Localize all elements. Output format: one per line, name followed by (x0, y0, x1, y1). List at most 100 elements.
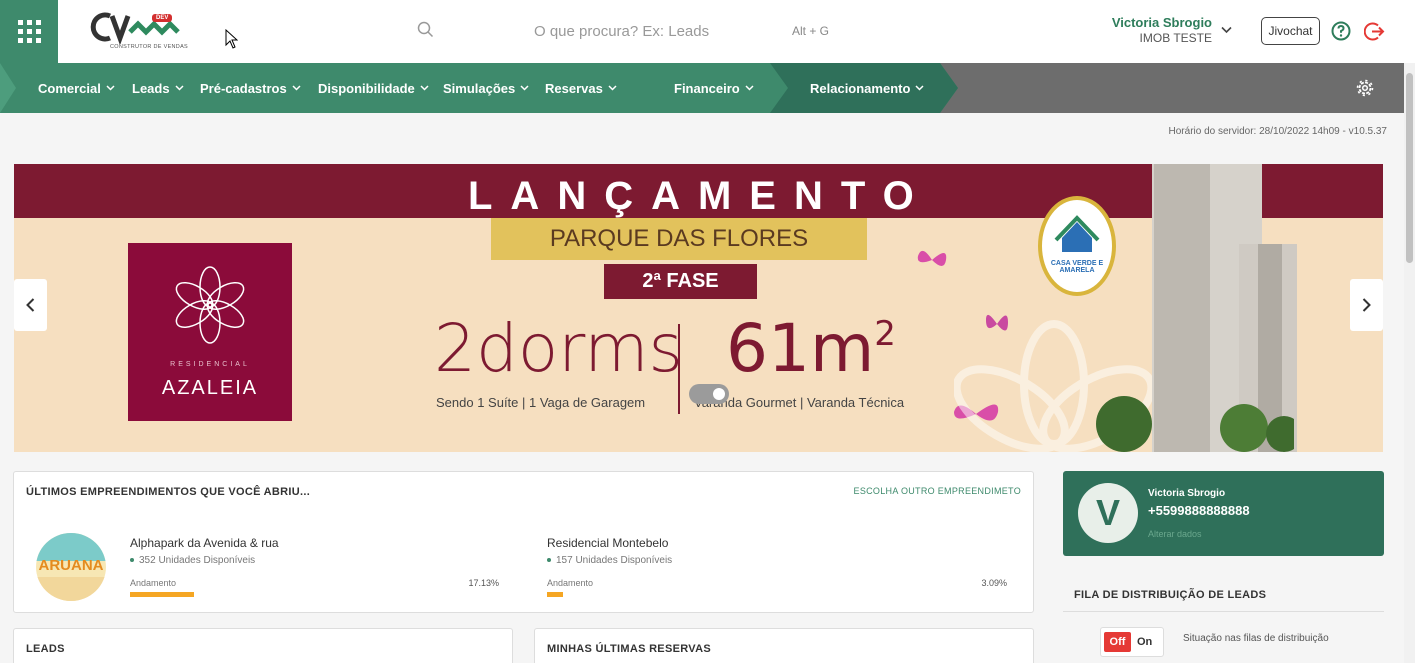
nav-disponibilidade[interactable]: Disponibilidade (318, 63, 429, 113)
empreendimento-units: 352 Unidades Disponíveis (130, 555, 279, 566)
chevron-down-icon (520, 85, 529, 91)
top-header: DEV CONSTRUTOR DE VENDAS Alt + G Victori… (0, 0, 1415, 63)
empreendimento-item[interactable]: Alphapark da Avenida & rua 352 Unidades … (130, 536, 279, 566)
chevron-down-icon[interactable] (1221, 26, 1232, 34)
queue-status-text: Situação nas filas de distribuição (1183, 633, 1329, 644)
empreendimento-item[interactable]: Residencial Montebelo 157 Unidades Dispo… (547, 536, 672, 566)
nav-label: Simulações (443, 80, 516, 96)
banner-dorms-sub: Sendo 1 Suíte | 1 Vaga de Garagem (436, 395, 646, 410)
banner-dorms: 2dorms (434, 310, 683, 387)
progress-label: Andamento (547, 578, 594, 588)
lead-queue-title: FILA DE DISTRIBUIÇÃO DE LEADS (1074, 589, 1267, 601)
search-input[interactable] (534, 20, 774, 42)
chevron-down-icon (292, 85, 301, 91)
empreendimento-units: 157 Unidades Disponíveis (547, 555, 672, 566)
units-text: 352 Unidades Disponíveis (139, 555, 256, 566)
toggle-off-option[interactable]: Off (1104, 632, 1131, 652)
nav-label: Relacionamento (810, 80, 911, 96)
scrollbar-thumb[interactable] (1406, 73, 1413, 263)
nav-label: Leads (132, 80, 170, 96)
nav-pre-cadastros[interactable]: Pré-cadastros (200, 63, 301, 113)
nav-label: Comercial (38, 80, 101, 96)
nav-label: Financeiro (674, 80, 740, 96)
banner-toggle[interactable] (689, 384, 729, 404)
profile-name: Victoria Sbrogio (1148, 488, 1226, 499)
apps-grid-icon[interactable] (0, 0, 58, 63)
avatar: V (1078, 483, 1138, 543)
user-menu[interactable]: Victoria Sbrogio IMOB TESTE (1090, 15, 1212, 45)
progress-label: Andamento (130, 578, 177, 588)
main-nav: Comercial Leads Pré-cadastros Disponibil… (0, 63, 1415, 113)
card-title: LEADS (26, 643, 65, 655)
house-icon (1054, 215, 1100, 252)
gear-icon[interactable] (1356, 79, 1374, 97)
card-title: MINHAS ÚLTIMAS RESERVAS (547, 643, 711, 655)
progress-bar (130, 592, 194, 597)
nav-simulacoes[interactable]: Simulações (443, 63, 529, 113)
nav-leads[interactable]: Leads (132, 63, 184, 113)
help-icon[interactable] (1331, 21, 1351, 41)
chevron-down-icon (745, 85, 754, 91)
carousel-prev-button[interactable] (14, 279, 47, 331)
banner-area: 61m2 (726, 310, 896, 387)
user-name: Victoria Sbrogio (1111, 15, 1212, 30)
env-badge: DEV (152, 14, 173, 22)
brand-small-label: RESIDENCIAL (170, 361, 250, 368)
chevron-down-icon (106, 85, 115, 91)
page-scrollbar[interactable] (1404, 63, 1415, 663)
nav-financeiro[interactable]: Financeiro (674, 63, 754, 113)
mouse-cursor-icon (225, 29, 238, 49)
user-profile-card: V Victoria Sbrogio +5599888888888 Altera… (1063, 471, 1384, 556)
brand-name: AZALEIA (161, 377, 259, 399)
server-time: Horário do servidor: 28/10/2022 14h09 - … (1168, 126, 1387, 137)
butterfly-icon (917, 250, 947, 266)
promo-banner[interactable]: LANÇAMENTO PARQUE DAS FLORES 2ª FASE RES… (14, 164, 1383, 452)
choose-empreendimento-link[interactable]: ESCOLHA OUTRO EMPREENDIMETO (854, 486, 1021, 496)
chevron-down-icon (608, 85, 617, 91)
profile-phone: +5599888888888 (1148, 503, 1250, 518)
banner-title: LANÇAMENTO (468, 174, 932, 218)
aruana-logo[interactable]: ARUANA (36, 533, 106, 601)
nav-label: Disponibilidade (318, 80, 415, 96)
chevron-right-icon (1362, 298, 1371, 312)
nav-label: Reservas (545, 80, 603, 96)
banner-ribbon: PARQUE DAS FLORES (491, 218, 867, 260)
edit-profile-link[interactable]: Alterar dados (1148, 529, 1202, 539)
carousel-next-button[interactable] (1350, 279, 1383, 331)
jivochat-button[interactable]: Jivochat (1261, 17, 1320, 45)
seal-text: CASA VERDE E AMARELA (1050, 260, 1104, 274)
search-shortcut-hint: Alt + G (792, 24, 830, 38)
trees-image (1096, 396, 1294, 452)
chevron-down-icon (915, 85, 924, 91)
banner-divider (678, 324, 680, 414)
leads-card: LEADS (13, 628, 513, 663)
reservas-card: MINHAS ÚLTIMAS RESERVAS (534, 628, 1034, 663)
units-text: 157 Unidades Disponíveis (556, 555, 673, 566)
empreendimento-name: Residencial Montebelo (547, 536, 669, 550)
area-unit: 2 (874, 314, 896, 354)
user-organization: IMOB TESTE (1139, 31, 1212, 45)
flower-icon (175, 266, 245, 344)
logo-subtitle: CONSTRUTOR DE VENDAS (110, 44, 189, 50)
nav-reservas[interactable]: Reservas (545, 63, 617, 113)
status-dot (130, 558, 134, 563)
search-icon[interactable] (417, 21, 434, 38)
nav-comercial[interactable]: Comercial (38, 63, 115, 113)
progress-bar (547, 592, 563, 597)
app-logo[interactable]: DEV CONSTRUTOR DE VENDAS (90, 10, 188, 52)
nav-label: Pré-cadastros (200, 80, 287, 96)
chevron-left-icon (26, 298, 35, 312)
divider (1063, 611, 1384, 612)
progress-percent: 3.09% (981, 578, 1007, 588)
queue-status-toggle[interactable]: Off On (1100, 627, 1164, 657)
progress-percent: 17.13% (468, 578, 499, 588)
chevron-down-icon (175, 85, 184, 91)
azaleia-logo: RESIDENCIAL AZALEIA (128, 243, 292, 421)
nav-relacionamento[interactable]: Relacionamento (810, 63, 924, 113)
toggle-on-option[interactable]: On (1137, 632, 1152, 652)
logout-icon[interactable] (1364, 21, 1385, 42)
area-value: 61m (726, 310, 875, 387)
status-dot (547, 558, 551, 563)
casa-verde-amarela-seal: CASA VERDE E AMARELA (1038, 196, 1116, 296)
chevron-down-icon (420, 85, 429, 91)
